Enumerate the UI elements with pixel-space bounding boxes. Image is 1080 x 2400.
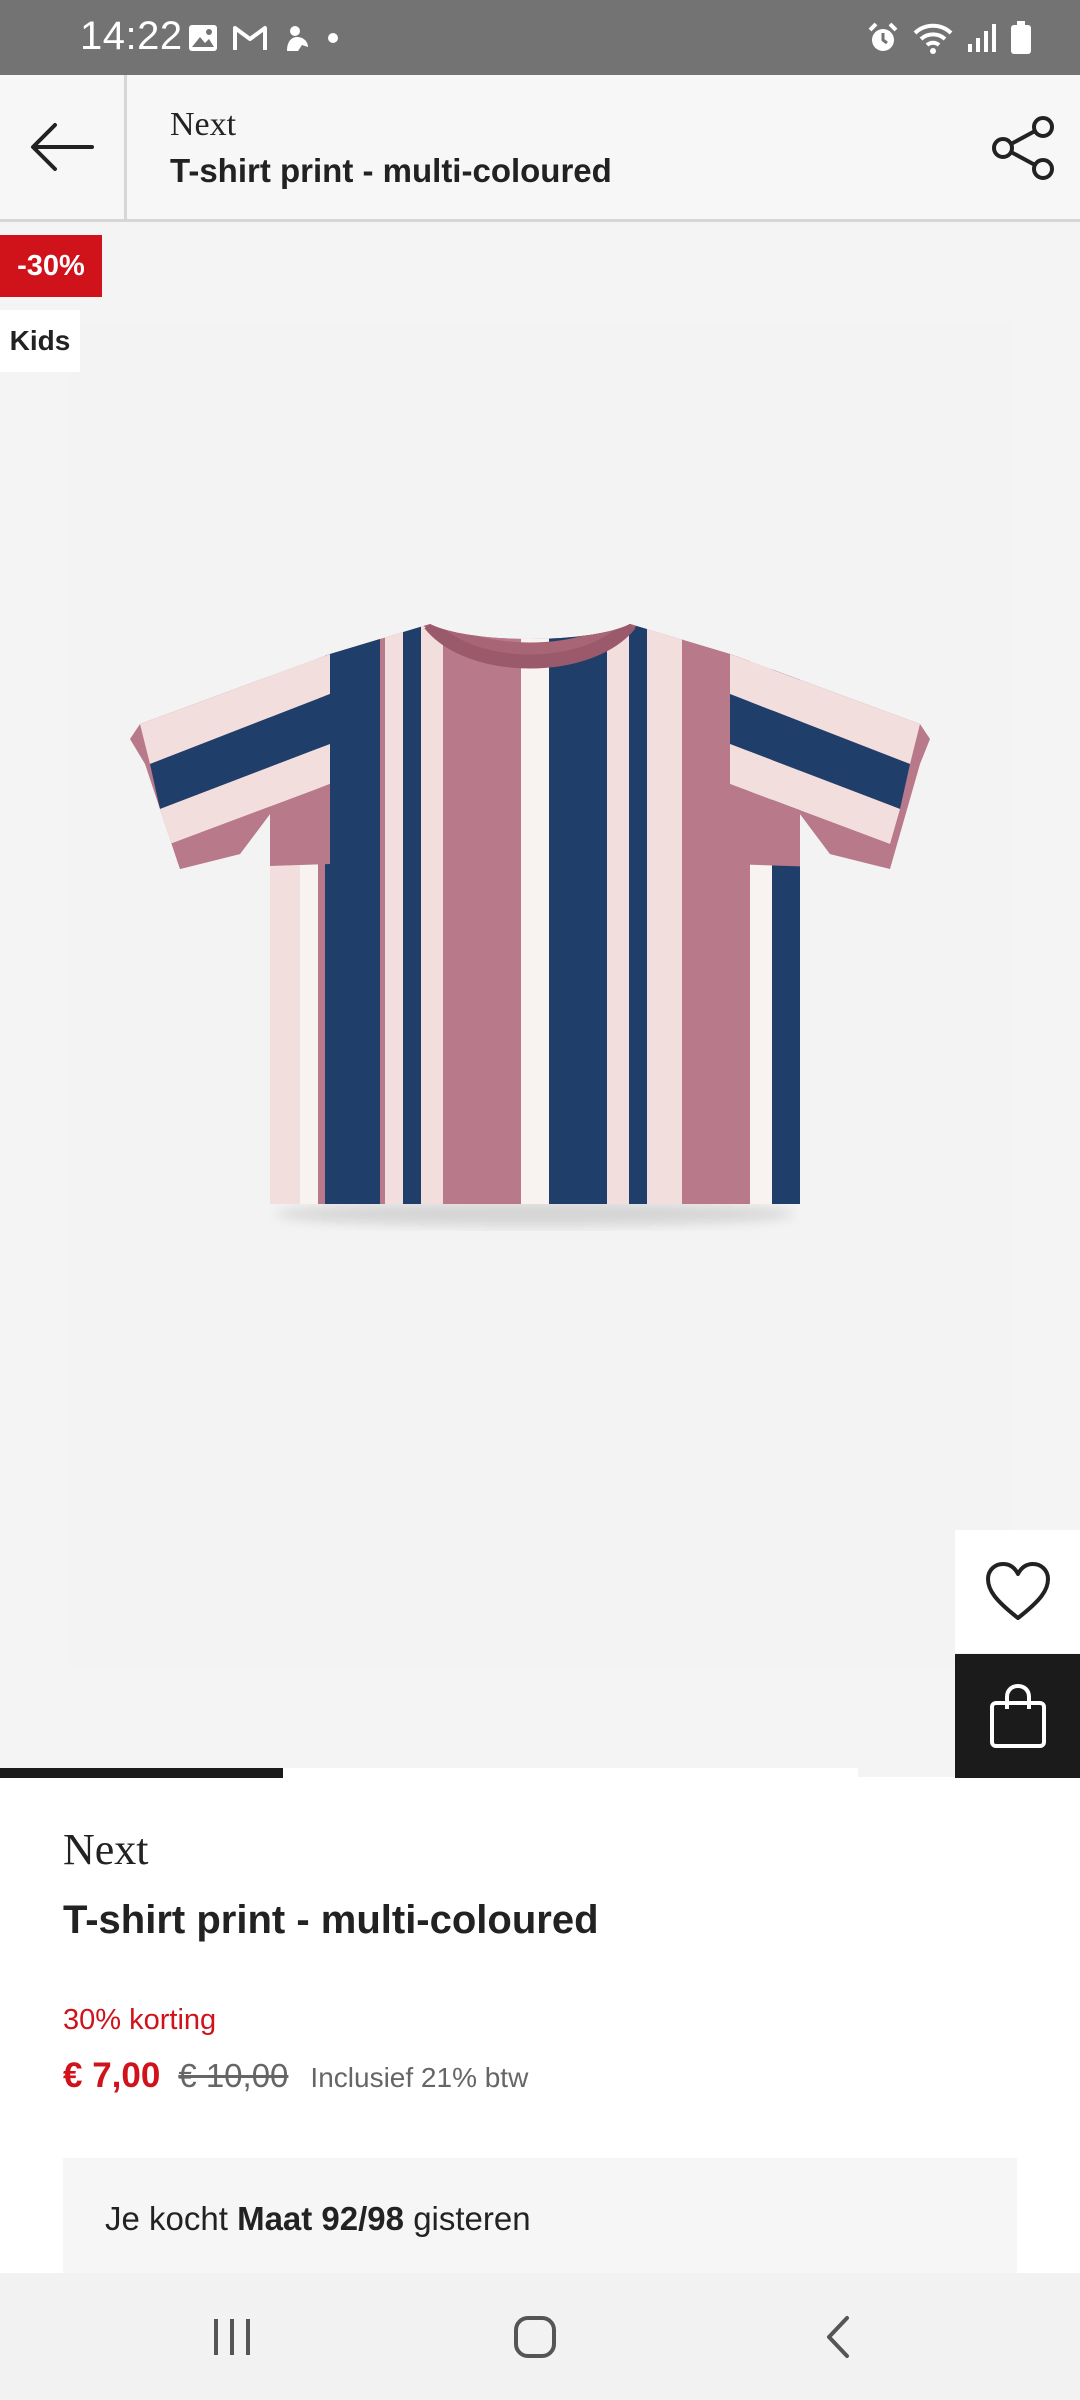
signal-icon: [966, 22, 998, 54]
arrow-left-icon: [31, 123, 94, 171]
carousel-progress-track: [0, 1768, 858, 1778]
purchase-suffix: gisteren: [413, 2200, 531, 2237]
system-nav-bar: [0, 2273, 1080, 2400]
product-info: Next T-shirt print - multi-coloured 30% …: [63, 1820, 1017, 2096]
status-icons-right: [866, 18, 1032, 58]
product-title: T-shirt print - multi-coloured: [63, 1898, 599, 1942]
discount-badge: -30%: [0, 235, 102, 297]
app-bar-brand: Next: [170, 106, 237, 143]
purchase-prefix: Je kocht: [105, 2200, 228, 2237]
category-badge: Kids: [0, 310, 80, 372]
purchase-history-text: Je kocht Maat 92/98 gisteren: [105, 2200, 531, 2238]
price-row: € 7,00 € 10,00 Inclusief 21% btw: [63, 2056, 1017, 2096]
shopping-bag-icon: [989, 1683, 1046, 1748]
status-time: 14:22: [80, 14, 183, 58]
status-bar: 14:22: [0, 0, 1080, 75]
back-button[interactable]: [0, 75, 127, 219]
purchase-size: Maat 92/98: [237, 2200, 405, 2237]
original-price: € 10,00: [178, 2057, 289, 2094]
current-price: € 7,00: [63, 2056, 161, 2095]
app-notification-icon: [282, 23, 312, 53]
product-brand[interactable]: Next: [63, 1820, 1017, 1880]
recent-apps-button[interactable]: [182, 2297, 282, 2377]
heart-icon: [985, 1561, 1050, 1620]
home-button[interactable]: [485, 2297, 585, 2377]
discount-label: 30% korting: [63, 2004, 217, 2036]
purchase-history-box: Je kocht Maat 92/98 gisteren: [63, 2158, 1017, 2273]
image-icon: [188, 24, 218, 52]
battery-icon: [1010, 21, 1032, 55]
app-bar-product-title: T-shirt print - multi-coloured: [170, 152, 612, 189]
dot-icon: [326, 31, 340, 45]
wifi-icon: [912, 21, 954, 55]
alarm-icon: [866, 21, 900, 55]
top-app-bar: Next T-shirt print - multi-coloured: [0, 75, 1080, 222]
carousel-progress-indicator: [0, 1768, 284, 1778]
back-icon: [827, 2316, 849, 2358]
share-icon: [992, 116, 1054, 180]
wishlist-button[interactable]: [955, 1530, 1080, 1653]
vat-note: Inclusief 21% btw: [310, 2062, 529, 2093]
share-button[interactable]: [988, 113, 1058, 183]
status-icons-left: [188, 18, 340, 58]
recent-apps-icon: [214, 2319, 250, 2355]
add-to-bag-button[interactable]: [955, 1654, 1080, 1778]
product-image-carousel[interactable]: -30% Kids: [0, 222, 1080, 1778]
home-icon: [514, 2316, 556, 2358]
product-image: [130, 624, 930, 1226]
system-back-button[interactable]: [788, 2297, 888, 2377]
app-bar-titles: Next T-shirt print - multi-coloured: [170, 105, 612, 193]
gmail-icon: [232, 24, 268, 52]
